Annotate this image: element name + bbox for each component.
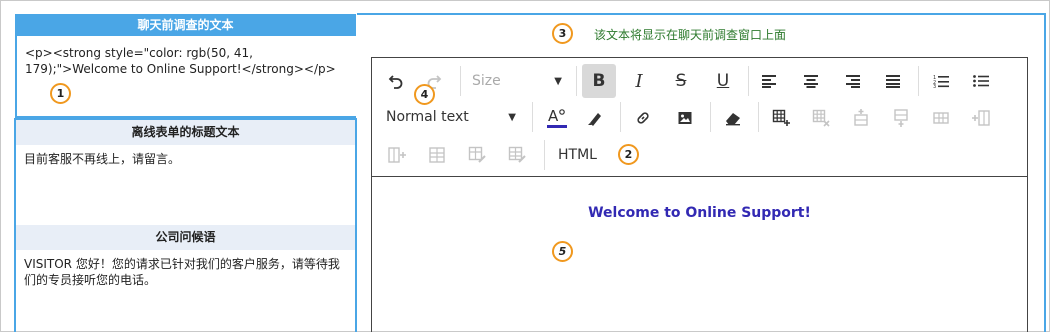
rich-text-editor: Size ▼ B I S U 123 Normal text ▼ A HTML …	[371, 57, 1028, 332]
chat-prompt-header: 聊天前调查的文本	[15, 14, 356, 36]
unordered-list-icon[interactable]	[968, 68, 994, 94]
insert-row-above-icon[interactable]	[848, 104, 874, 132]
cell-properties-icon[interactable]	[464, 142, 490, 168]
paragraph-format-select[interactable]: Normal text ▼	[386, 104, 516, 130]
bold-icon[interactable]: B	[582, 64, 616, 98]
company-greeting-header: 公司问候语	[16, 225, 355, 250]
company-greeting-text: VISITOR 您好！您的请求已针对我们的客户服务，请等待我们的专员接听您的电话…	[24, 257, 340, 287]
chat-prompt-text-field[interactable]: <p><strong style="color: rgb(50, 41, 179…	[15, 36, 356, 118]
callout-badge-5: 5	[552, 241, 573, 262]
toolbar-divider	[748, 66, 749, 96]
insert-row-below-icon[interactable]	[888, 104, 914, 132]
html-source-button[interactable]: HTML	[558, 142, 597, 168]
offline-form-text: 目前客服不再线上，请留言。	[24, 152, 181, 166]
delete-row-icon[interactable]	[928, 104, 954, 132]
font-color-icon[interactable]: A	[544, 104, 570, 132]
ordered-list-icon[interactable]: 123	[928, 68, 954, 94]
align-center-icon[interactable]	[798, 68, 824, 94]
left-settings-panel: 离线表单的标题文本 目前客服不再线上，请留言。 公司问候语 VISITOR 您好…	[14, 118, 357, 332]
align-justify-icon[interactable]	[880, 68, 906, 94]
delete-table-icon[interactable]	[808, 104, 834, 132]
table-properties-icon[interactable]	[504, 142, 530, 168]
eraser-icon[interactable]	[720, 104, 746, 132]
link-icon[interactable]	[630, 104, 656, 132]
toolbar-divider	[544, 140, 545, 170]
undo-icon[interactable]	[384, 68, 408, 94]
underline-icon[interactable]: U	[710, 68, 736, 94]
align-right-icon[interactable]	[840, 68, 866, 94]
callout-badge-1: 1	[50, 83, 71, 104]
chevron-down-icon: ▼	[508, 111, 516, 123]
preview-caption: 该文本将显示在聊天前调查窗口上面	[594, 28, 787, 42]
callout-badge-2: 2	[618, 144, 639, 165]
chat-prompt-source: <p><strong style="color: rgb(50, 41, 179…	[25, 46, 336, 76]
toolbar-divider	[918, 66, 919, 96]
font-size-placeholder: Size	[472, 73, 501, 89]
strikethrough-icon[interactable]: S	[668, 68, 694, 94]
italic-icon[interactable]: I	[626, 68, 652, 94]
svg-text:A: A	[548, 107, 559, 125]
chevron-down-icon: ▼	[554, 75, 562, 87]
toolbar-divider	[532, 102, 533, 132]
company-greeting-text-field[interactable]: VISITOR 您好！您的请求已针对我们的客户服务，请等待我们的专员接听您的电话…	[16, 250, 355, 330]
svg-text:3: 3	[933, 84, 936, 88]
paragraph-format-value: Normal text	[386, 109, 469, 125]
toolbar-divider	[620, 102, 621, 132]
toolbar-divider	[576, 66, 577, 96]
insert-column-right-icon[interactable]	[384, 142, 410, 168]
image-icon[interactable]	[672, 104, 698, 132]
callout-badge-4: 4	[414, 84, 435, 105]
highlight-icon[interactable]	[582, 104, 608, 132]
delete-column-icon[interactable]	[424, 142, 450, 168]
insert-table-icon[interactable]	[768, 104, 794, 132]
editor-toolbar: Size ▼ B I S U 123 Normal text ▼ A HTML	[372, 58, 1027, 177]
welcome-message: Welcome to Online Support!	[588, 205, 811, 221]
toolbar-divider	[758, 102, 759, 132]
align-left-icon[interactable]	[756, 68, 782, 94]
font-size-select[interactable]: Size ▼	[472, 68, 562, 94]
offline-form-text-field[interactable]: 目前客服不再线上，请留言。	[16, 145, 355, 225]
insert-column-left-icon[interactable]	[968, 104, 994, 132]
callout-badge-3: 3	[552, 23, 573, 44]
toolbar-divider	[460, 66, 461, 96]
editor-content-area[interactable]: Welcome to Online Support!	[372, 177, 1027, 221]
toolbar-divider	[710, 102, 711, 132]
offline-form-header: 离线表单的标题文本	[16, 120, 355, 145]
